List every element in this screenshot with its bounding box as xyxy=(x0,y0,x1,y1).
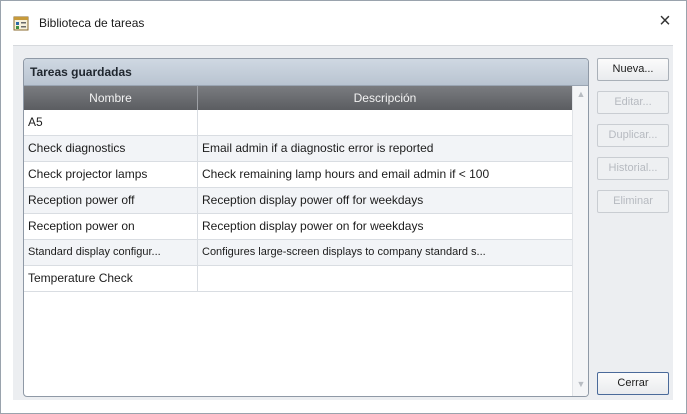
table-row[interactable]: Reception power on Reception display pow… xyxy=(24,214,572,240)
duplicate-task-button[interactable]: Duplicar... xyxy=(597,124,669,147)
scroll-up-icon[interactable]: ▲ xyxy=(575,88,587,100)
title-bar: Biblioteca de tareas × xyxy=(1,1,686,45)
dialog-body: Tareas guardadas Nombre Descripción A5 C… xyxy=(13,45,673,400)
table-row[interactable]: Reception power off Reception display po… xyxy=(24,188,572,214)
column-header-description[interactable]: Descripción xyxy=(198,86,572,110)
close-button[interactable]: Cerrar xyxy=(597,372,669,395)
table-header: Nombre Descripción xyxy=(24,86,572,110)
table-row[interactable]: A5 xyxy=(24,110,572,136)
task-library-dialog: Biblioteca de tareas × Tareas guardadas … xyxy=(0,0,687,414)
task-description: Reception display power on for weekdays xyxy=(202,219,424,233)
table-row[interactable]: Temperature Check xyxy=(24,266,572,292)
column-header-name[interactable]: Nombre xyxy=(24,86,198,110)
saved-tasks-title: Tareas guardadas xyxy=(30,65,132,79)
task-name: Standard display configur... xyxy=(24,240,198,265)
table-row[interactable]: Check diagnostics Email admin if a diagn… xyxy=(24,136,572,162)
task-name: Reception power on xyxy=(24,214,198,239)
saved-tasks-header: Tareas guardadas xyxy=(24,59,588,86)
task-description: Configures large-screen displays to comp… xyxy=(202,246,486,258)
task-name: Reception power off xyxy=(24,188,198,213)
task-description xyxy=(198,110,572,135)
new-task-button[interactable]: Nueva... xyxy=(597,58,669,81)
edit-task-button[interactable]: Editar... xyxy=(597,91,669,114)
window-title: Biblioteca de tareas xyxy=(39,16,145,30)
table-row[interactable]: Check projector lamps Check remaining la… xyxy=(24,162,572,188)
task-name: Check projector lamps xyxy=(24,162,198,187)
task-description: Check remaining lamp hours and email adm… xyxy=(202,167,490,181)
task-name: A5 xyxy=(24,110,198,135)
task-description: Reception display power off for weekdays xyxy=(202,193,424,207)
task-description xyxy=(198,266,572,291)
task-name: Check diagnostics xyxy=(24,136,198,161)
tasks-table: Nombre Descripción A5 Check diagnostics … xyxy=(24,86,572,292)
saved-tasks-panel: Tareas guardadas Nombre Descripción A5 C… xyxy=(23,58,589,397)
task-description: Email admin if a diagnostic error is rep… xyxy=(202,141,434,155)
scroll-down-icon[interactable]: ▼ xyxy=(575,378,587,390)
close-icon[interactable]: × xyxy=(653,10,677,34)
table-row[interactable]: Standard display configur... Configures … xyxy=(24,240,572,266)
delete-task-button[interactable]: Eliminar xyxy=(597,190,669,213)
task-history-button[interactable]: Historial... xyxy=(597,157,669,180)
task-library-icon xyxy=(13,15,29,31)
task-name: Temperature Check xyxy=(24,266,198,291)
vertical-scrollbar[interactable]: ▲ ▼ xyxy=(572,86,588,396)
